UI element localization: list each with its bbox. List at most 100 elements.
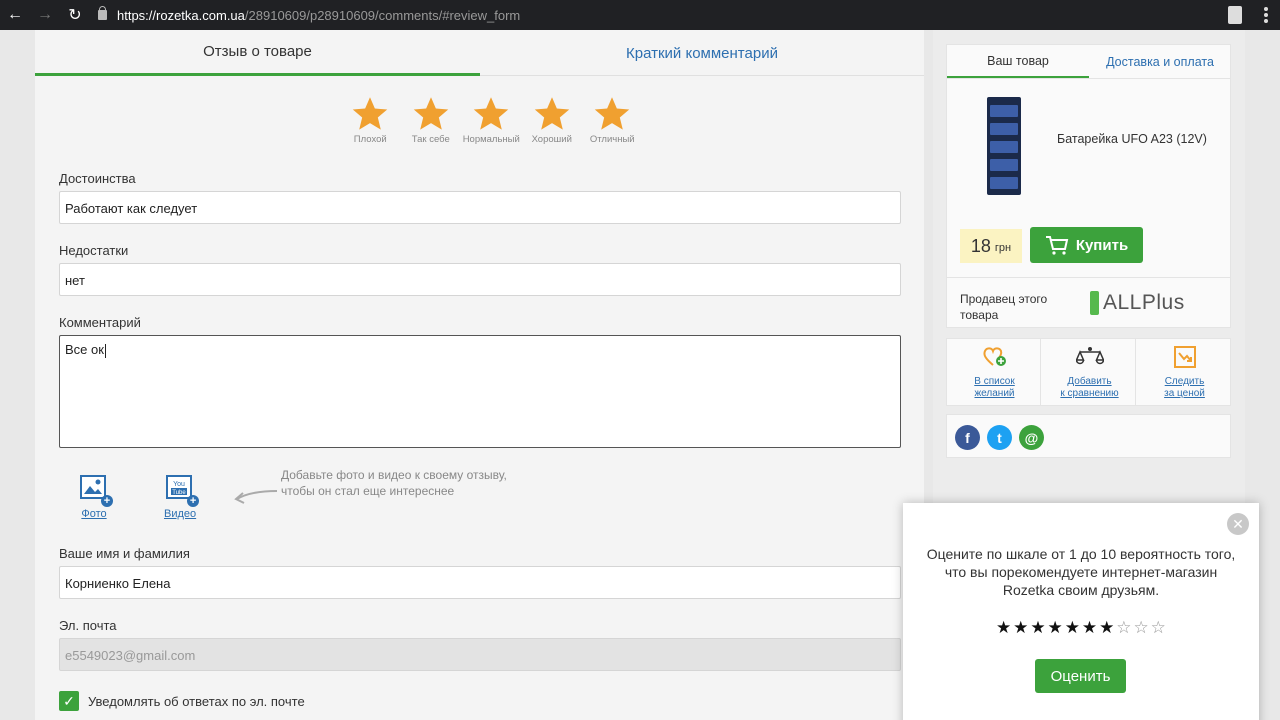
sidebar-tabs: Ваш товар Доставка и оплата — [946, 44, 1231, 79]
seller-label: Продавец этого товара — [960, 292, 1048, 322]
rating-star-4[interactable]: Хороший — [522, 96, 583, 145]
arrow-left-icon — [234, 490, 278, 504]
divider — [1135, 339, 1136, 405]
buy-button[interactable]: Купить — [1030, 227, 1143, 263]
tab-your-product[interactable]: Ваш товар — [947, 45, 1089, 79]
tab-delivery-payment[interactable]: Доставка и оплата — [1089, 45, 1231, 79]
modal-star-10[interactable]: ☆ — [1150, 619, 1167, 637]
heart-plus-icon — [982, 346, 1008, 372]
tab-review[interactable]: Отзыв о товаре — [35, 30, 480, 76]
comment-label: Комментарий — [59, 315, 141, 330]
action-label: В список желаний — [974, 376, 1015, 399]
action-3[interactable]: Следить за ценой — [1137, 339, 1232, 405]
star-label: Так себе — [411, 134, 450, 145]
product-actions: В список желаний Добавить к сравнению Следит… — [946, 338, 1231, 406]
disadvantages-input[interactable]: нет — [59, 263, 901, 296]
lock-icon — [98, 6, 107, 20]
rating-star-2[interactable]: Так себе — [401, 96, 462, 145]
nps-modal: ✕ Оцените по шкале от 1 до 10 вероятност… — [903, 503, 1259, 720]
review-form: Отзыв о товаре Краткий комментарий Плохо… — [35, 30, 924, 720]
add-photo-button[interactable]: + Фото — [79, 473, 113, 520]
media-hint: Добавьте фото и видео к своему отзыву, ч… — [281, 468, 507, 498]
svg-text:Tube: Tube — [172, 490, 186, 496]
price: 18 грн — [960, 229, 1022, 263]
star-icon — [474, 97, 509, 130]
photo-icon: + — [79, 473, 113, 507]
address-bar[interactable]: https://rozetka.com.ua/28910609/p2891060… — [98, 0, 520, 30]
price-chart-icon — [1173, 346, 1197, 372]
reload-icon[interactable]: ↻ — [60, 0, 90, 30]
close-icon[interactable]: ✕ — [1227, 513, 1249, 535]
cart-icon — [1045, 236, 1069, 255]
back-icon[interactable]: ← — [0, 0, 30, 30]
product-name[interactable]: Батарейка UFO A23 (12V) — [1057, 131, 1217, 147]
seller-logo[interactable]: ALLPlus — [1090, 291, 1185, 315]
modal-star-2[interactable]: ★ — [1012, 619, 1029, 637]
star-label: Плохой — [353, 134, 387, 145]
modal-star-4[interactable]: ★ — [1047, 619, 1064, 637]
review-tabs: Отзыв о товаре Краткий комментарий — [35, 30, 924, 76]
facebook-icon[interactable]: f — [955, 425, 980, 450]
name-label: Ваше имя и фамилия — [59, 546, 190, 561]
divider — [947, 277, 1230, 278]
star-label: Хороший — [531, 134, 572, 145]
modal-rating-stars: ★ ★ ★ ★ ★ ★ ★ ☆ ☆ ☆ — [995, 619, 1167, 637]
url-host: https://rozetka.com.ua — [117, 7, 245, 23]
rating-star-1[interactable]: Плохой — [340, 96, 401, 145]
twitter-icon[interactable]: t — [987, 425, 1012, 450]
action-label: Добавить к сравнению — [1060, 376, 1119, 399]
browser-toolbar: ← → ↻ https://rozetka.com.ua/28910609/p2… — [0, 0, 1280, 30]
mail-icon[interactable]: @ — [1019, 425, 1044, 450]
advantages-input[interactable]: Работают как следует — [59, 191, 901, 224]
profile-icon[interactable] — [1228, 6, 1242, 24]
video-label: Видео — [164, 508, 197, 520]
action-1[interactable]: В список желаний — [947, 339, 1042, 405]
comment-textarea[interactable]: Все ок — [59, 335, 901, 448]
forward-icon[interactable]: → — [30, 0, 60, 30]
product-card: Батарейка UFO A23 (12V) 18 грн Купить Про… — [946, 78, 1231, 328]
menu-icon[interactable] — [1264, 7, 1268, 23]
star-icon — [534, 97, 569, 130]
tab-short-comment[interactable]: Краткий комментарий — [480, 30, 924, 76]
name-input[interactable]: Корниенко Елена — [59, 566, 901, 599]
modal-star-7[interactable]: ★ — [1098, 619, 1115, 637]
rate-button[interactable]: Оценить — [1035, 659, 1126, 693]
scales-icon — [1074, 346, 1105, 372]
seller-name: ALLPlus — [1103, 291, 1185, 314]
star-icon — [595, 97, 630, 130]
notify-checkbox[interactable]: ✓ — [59, 691, 79, 711]
modal-star-6[interactable]: ★ — [1081, 619, 1098, 637]
youtube-icon: You Tube + — [165, 473, 200, 507]
share-card: f t @ — [946, 414, 1231, 458]
action-label: Следить за ценой — [1164, 376, 1205, 399]
battery-icon — [1090, 291, 1099, 315]
modal-star-9[interactable]: ☆ — [1133, 619, 1150, 637]
star-label: Нормальный — [462, 134, 520, 145]
advantages-label: Достоинства — [59, 171, 136, 186]
text-caret — [104, 343, 106, 358]
price-currency: грн — [994, 242, 1012, 254]
svg-text:You: You — [173, 481, 185, 488]
notify-label: Уведомлять об ответах по эл. почте — [88, 694, 305, 709]
modal-star-3[interactable]: ★ — [1029, 619, 1046, 637]
add-video-button[interactable]: You Tube + Видео — [164, 473, 200, 520]
photo-label: Фото — [81, 508, 107, 520]
rating-star-3[interactable]: Нормальный — [461, 96, 522, 145]
disadvantages-label: Недостатки — [59, 243, 129, 258]
comment-text: Все ок — [65, 342, 104, 357]
price-value: 18 — [970, 235, 991, 256]
email-label: Эл. почта — [59, 618, 117, 633]
modal-star-8[interactable]: ☆ — [1115, 619, 1132, 637]
action-2[interactable]: Добавить к сравнению — [1042, 339, 1137, 405]
email-input: e5549023@gmail.com — [59, 638, 901, 671]
modal-star-1[interactable]: ★ — [995, 619, 1012, 637]
rating-stars: Плохой Так себе Нормальный Хороший Отличный — [340, 96, 643, 145]
product-image[interactable] — [987, 97, 1021, 195]
modal-star-5[interactable]: ★ — [1064, 619, 1081, 637]
modal-question: Оцените по шкале от 1 до 10 вероятность … — [926, 546, 1236, 598]
star-icon — [413, 97, 448, 130]
url-path: /28910609/p28910609/comments/#review_for… — [244, 7, 521, 23]
star-label: Отличный — [589, 134, 635, 145]
buy-label: Купить — [1075, 236, 1129, 254]
rating-star-5[interactable]: Отличный — [582, 96, 643, 145]
